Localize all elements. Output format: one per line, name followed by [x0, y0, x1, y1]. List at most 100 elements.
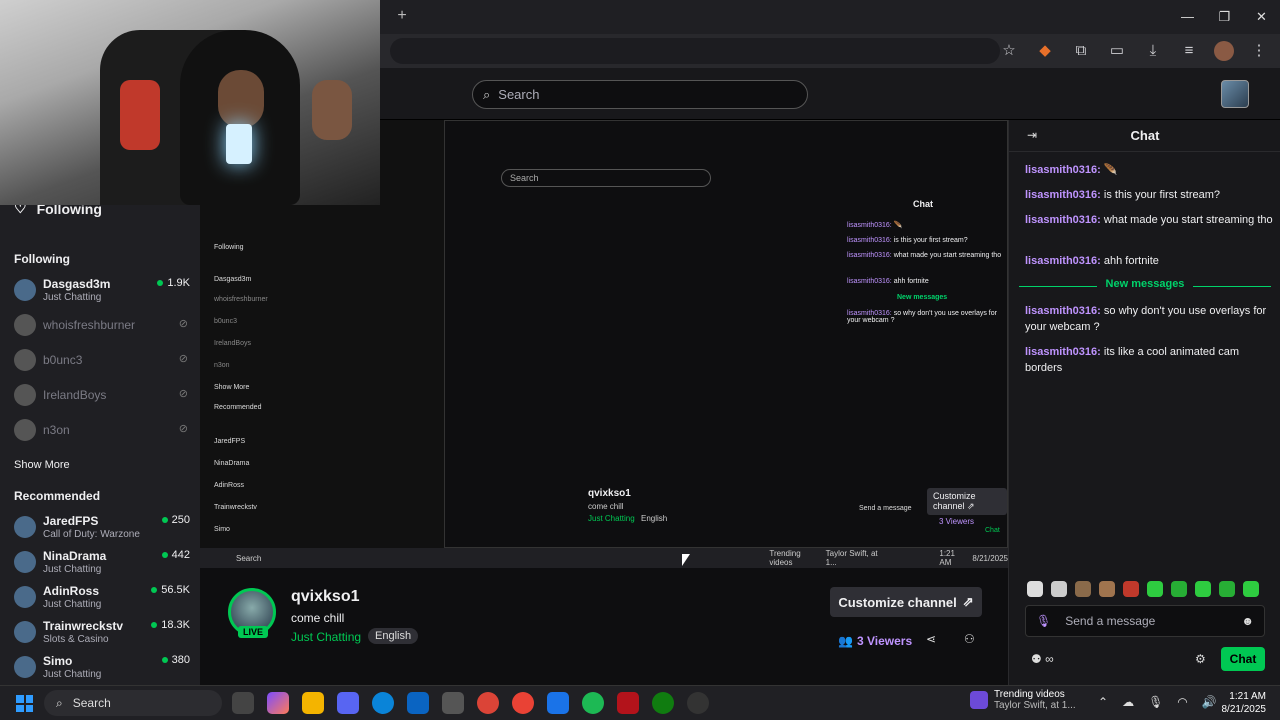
nested-sidebar-item: n3on — [214, 362, 230, 369]
chat-message-input[interactable]: 🎙 Send a message ☻ — [1025, 605, 1265, 637]
tray-mic-icon[interactable]: 🎙 — [1148, 695, 1163, 709]
sidebar-item-dasgasd3m[interactable]: Dasgasd3m Just Chatting 1.9K — [14, 276, 192, 306]
bookmark-star-icon[interactable]: ☆ — [998, 39, 1020, 63]
system-clock[interactable]: 1:21 AM 8/21/2025 — [1222, 690, 1267, 716]
extensions-puzzle-icon[interactable]: ⧉ — [1070, 39, 1092, 63]
manage-user-icon[interactable]: ⚇ — [964, 632, 975, 646]
chat-username[interactable]: lisasmith0316: — [1025, 164, 1101, 176]
copilot-icon[interactable] — [267, 692, 289, 714]
offline-icon: ⊘ — [178, 388, 188, 400]
extension-brave-icon[interactable]: ◆ — [1034, 39, 1056, 63]
nested-chat-text: 🪶 — [893, 222, 903, 229]
chrome-icon[interactable] — [477, 692, 499, 714]
app-icon[interactable] — [547, 692, 569, 714]
emote-icon[interactable] — [1051, 581, 1067, 597]
close-icon[interactable]: ✕ — [1243, 0, 1280, 34]
menu-kebab-icon[interactable]: ⋮ — [1248, 39, 1270, 63]
sidebar-item-irelandboys[interactable]: IrelandBoys ⊘ — [14, 381, 192, 411]
trending-icon — [970, 691, 988, 709]
chat-username[interactable]: lisasmith0316: — [1025, 346, 1101, 358]
emote-icon[interactable] — [1123, 581, 1139, 597]
emote-icon[interactable] — [1075, 581, 1091, 597]
toolbar-icons: ☆ ◆ ⧉ ▭ ⤓ ≡ ⋮ — [998, 39, 1270, 63]
file-explorer-icon[interactable] — [302, 692, 324, 714]
nested-chat-message: lisasmith0316: ahh fortnite — [847, 278, 1007, 285]
outlook-icon[interactable] — [407, 692, 429, 714]
search-input[interactable]: ⌕ Search — [472, 80, 808, 109]
chat-username[interactable]: lisasmith0316: — [1025, 255, 1101, 267]
nested-search-input: Search — [501, 169, 711, 187]
nested-channel-title: come chill — [588, 502, 624, 511]
emote-icon[interactable] — [1195, 581, 1211, 597]
emote-icon[interactable] — [1171, 581, 1187, 597]
sidebar-item-jaredfps[interactable]: JaredFPS Call of Duty: Warzone 250 — [14, 513, 192, 543]
obs-icon[interactable] — [617, 692, 639, 714]
offline-icon: ⊘ — [178, 423, 188, 435]
emote-icon[interactable] — [1099, 581, 1115, 597]
windows-start-icon[interactable] — [16, 695, 33, 712]
avatar — [14, 314, 36, 336]
nested-show-more: Show More — [214, 384, 250, 391]
address-bar[interactable] — [390, 38, 1000, 64]
new-tab-icon[interactable]: + — [392, 6, 412, 26]
steam-icon[interactable] — [687, 692, 709, 714]
customize-channel-button[interactable]: Customize channel ⇗ — [830, 587, 982, 617]
wifi-icon[interactable]: ◠ — [1177, 695, 1187, 709]
emote-icon[interactable] — [1219, 581, 1235, 597]
profile-avatar-icon[interactable] — [1214, 41, 1234, 61]
emoji-icon[interactable]: ☻ — [1241, 614, 1254, 628]
share-icon[interactable]: ⋖ — [926, 632, 936, 646]
trending-widget[interactable]: Trending videos Taylor Swift, at 1... — [970, 689, 1076, 711]
sidebar-item-whoisfreshburner[interactable]: whoisfreshburner ⊘ — [14, 311, 192, 341]
avatar — [14, 349, 36, 371]
nested-category: Just Chatting — [588, 514, 635, 523]
volume-icon[interactable]: 🔊 — [1202, 695, 1217, 709]
chrome-profile-icon[interactable] — [512, 692, 534, 714]
sidebar-item-simo[interactable]: Simo Just Chatting 380 — [14, 653, 192, 683]
download-icon[interactable]: ⤓ — [1142, 39, 1164, 63]
chat-send-button[interactable]: Chat — [1221, 647, 1265, 671]
chat-username[interactable]: lisasmith0316: — [1025, 214, 1101, 226]
tray-cloud-icon[interactable]: ☁ — [1122, 695, 1134, 709]
language-tag[interactable]: English — [368, 628, 419, 644]
taskbar-search-input[interactable]: ⌕ Search — [44, 690, 222, 716]
emote-icon[interactable] — [1027, 581, 1043, 597]
microphone-icon[interactable]: 🎙 — [1036, 614, 1051, 628]
sidebar-item-trainwreckstv[interactable]: Trainwreckstv Slots & Casino 18.3K — [14, 618, 192, 648]
chat-username[interactable]: lisasmith0316: — [1025, 189, 1101, 201]
user-avatar[interactable] — [1221, 80, 1249, 108]
gear-icon[interactable]: ⚙ — [1195, 652, 1206, 666]
minimize-icon[interactable]: — — [1169, 0, 1206, 34]
channel-game: Slots & Casino — [43, 634, 109, 645]
channel-name: IrelandBoys — [43, 388, 107, 402]
nested-chat-message: lisasmith0316: is this your first stream… — [847, 237, 1007, 244]
sidebar-item-n3on[interactable]: n3on ⊘ — [14, 416, 192, 446]
show-more-link[interactable]: Show More — [14, 459, 70, 471]
sidebar-item-adinross[interactable]: AdinRoss Just Chatting 56.5K — [14, 583, 192, 613]
live-badge: LIVE — [238, 626, 269, 638]
sidebar-item-ninadrama[interactable]: NinaDrama Just Chatting 442 — [14, 548, 192, 578]
avatar — [14, 656, 36, 678]
tray-chevron-icon[interactable]: ⌃ — [1098, 695, 1108, 709]
cast-icon[interactable]: ▭ — [1106, 39, 1128, 63]
new-messages-divider[interactable]: New messages — [1019, 278, 1271, 294]
viewer-count: 56.5K — [151, 584, 190, 596]
store-icon[interactable] — [442, 692, 464, 714]
edge-icon[interactable] — [372, 692, 394, 714]
xbox-icon[interactable] — [652, 692, 674, 714]
channel-name[interactable]: qvixkso1 — [291, 588, 359, 606]
spotify-icon[interactable] — [582, 692, 604, 714]
sidebar-item-b0unc3[interactable]: b0unc3 ⊘ — [14, 346, 192, 376]
maximize-icon[interactable]: ❐ — [1206, 0, 1243, 34]
channel-name: JaredFPS — [43, 514, 99, 528]
emote-icon[interactable] — [1147, 581, 1163, 597]
chat-username[interactable]: lisasmith0316: — [1025, 305, 1101, 317]
task-view-icon[interactable] — [232, 692, 254, 714]
live-dot-icon — [151, 587, 158, 593]
emote-icon[interactable] — [1243, 581, 1259, 597]
category-link[interactable]: Just Chatting — [291, 630, 361, 644]
channel-points-icon[interactable]: ⚉ ∞ — [1031, 652, 1054, 666]
discord-icon[interactable] — [337, 692, 359, 714]
reading-list-icon[interactable]: ≡ — [1178, 39, 1200, 63]
chat-message: lisasmith0316: 🪶 — [1025, 162, 1273, 178]
